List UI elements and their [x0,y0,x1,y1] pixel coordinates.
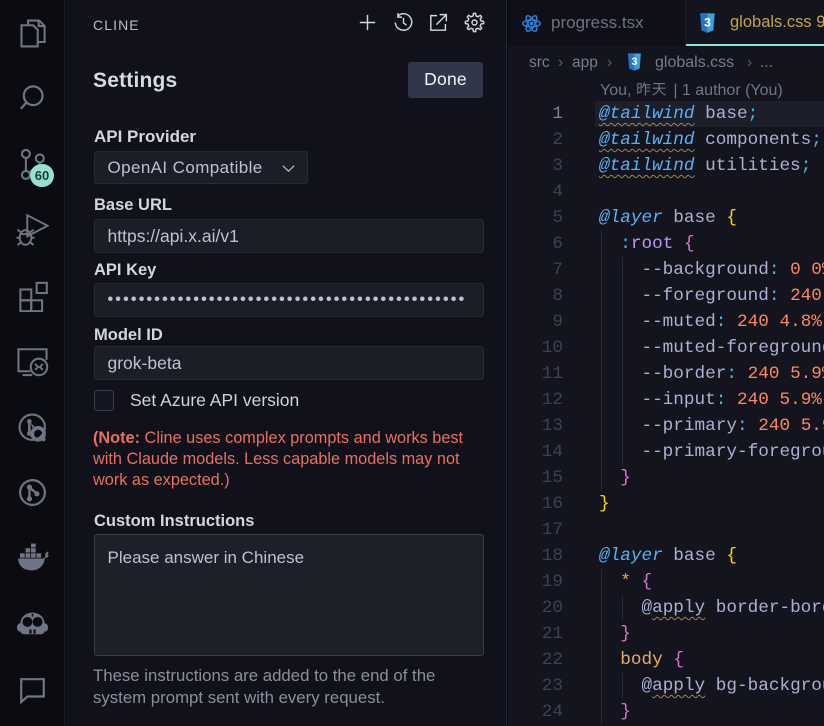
svg-text:3: 3 [632,56,638,68]
svg-text:3: 3 [704,16,711,30]
